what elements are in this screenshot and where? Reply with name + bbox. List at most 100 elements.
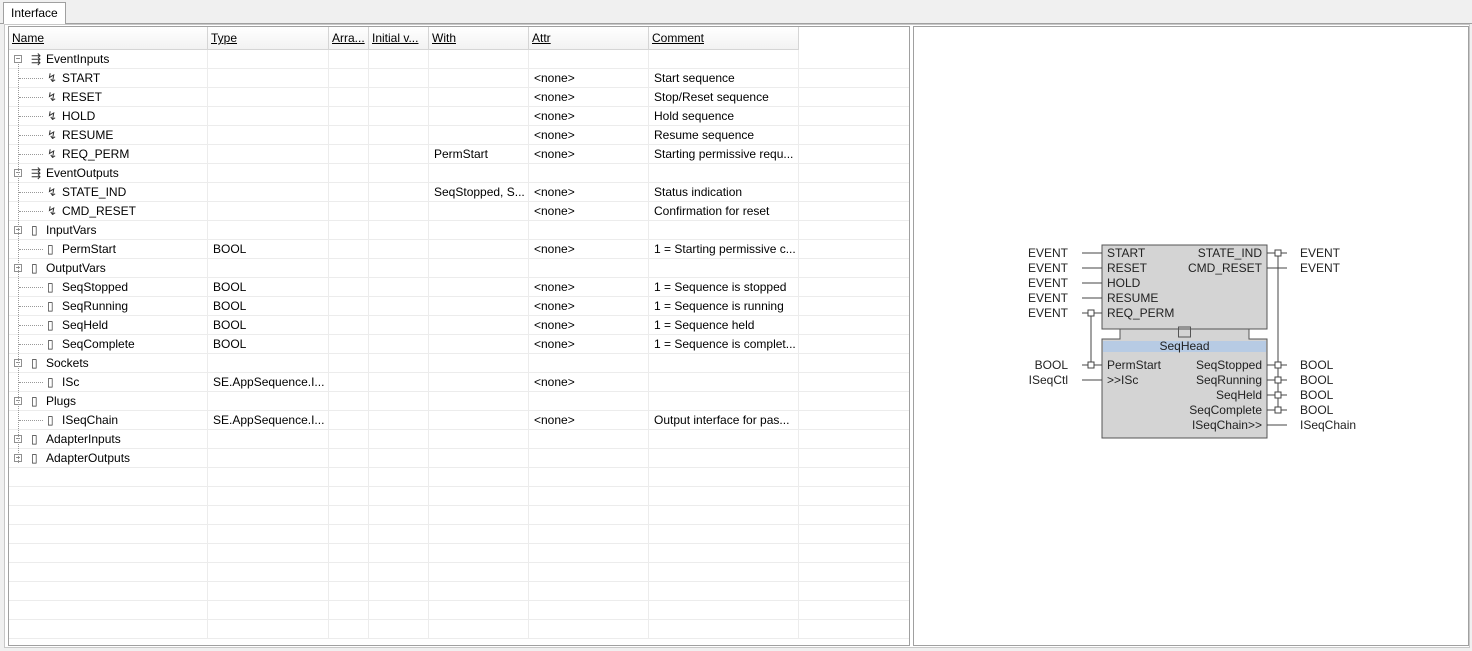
col-type-cell xyxy=(208,126,329,144)
event-input-type: EVENT xyxy=(1028,276,1069,290)
collapse-toggle-icon[interactable]: − xyxy=(14,55,22,63)
col-attr-cell: <none> xyxy=(529,183,649,201)
table-row[interactable]: ↯ RESUME <none> Resume sequence xyxy=(9,126,909,145)
col-comment-header[interactable]: Comment xyxy=(649,27,799,50)
fb-preview-canvas: SeqHead EVENT START EVENT RESET EVENT HOLD EVEN… xyxy=(913,26,1469,646)
col-with-cell xyxy=(429,50,529,68)
table-row[interactable]: ↯ STATE_IND SeqStopped, S... <none> Status i… xyxy=(9,183,909,202)
table-row[interactable]: ↯ HOLD <none> Hold sequence xyxy=(9,107,909,126)
col-name-cell: ▯ ISeqChain xyxy=(9,411,208,429)
event-input-type: EVENT xyxy=(1028,246,1069,260)
tree-connector xyxy=(19,78,43,79)
row-name: EventInputs xyxy=(46,52,110,66)
col-type-cell xyxy=(208,430,329,448)
col-attr-cell: <none> xyxy=(529,297,649,315)
col-with-cell xyxy=(429,373,529,391)
table-row[interactable]: − ▯ AdapterInputs xyxy=(9,430,909,449)
col-initial-value-cell xyxy=(369,164,429,182)
col-type-cell xyxy=(208,392,329,410)
table-row[interactable]: ▯ SeqStopped BOOL <none> 1 = Sequence is sto… xyxy=(9,278,909,297)
col-attr-cell xyxy=(529,525,649,543)
col-initial-value-cell xyxy=(369,278,429,296)
table-row[interactable]: − ▯ Plugs xyxy=(9,392,909,411)
col-name-header[interactable]: Name xyxy=(9,27,208,50)
col-name-cell: − ▯ Sockets xyxy=(9,354,208,372)
data-output-name: SeqHeld xyxy=(1216,388,1262,402)
col-name-cell xyxy=(9,620,208,638)
col-attr-cell: <none> xyxy=(529,278,649,296)
col-name-cell: − ▯ AdapterOutputs xyxy=(9,449,208,467)
data-output-type: BOOL xyxy=(1300,403,1334,417)
table-row[interactable]: ↯ START <none> Start sequence xyxy=(9,69,909,88)
data-output-name: SeqStopped xyxy=(1196,358,1262,372)
tab-interface[interactable]: Interface xyxy=(3,2,66,24)
col-comment-cell: Output interface for pas... xyxy=(649,411,799,429)
table-row[interactable]: ▯ SeqComplete BOOL <none> 1 = Sequence is co… xyxy=(9,335,909,354)
col-with-cell xyxy=(429,354,529,372)
col-array-cell xyxy=(329,221,369,239)
col-with-cell xyxy=(429,487,529,505)
col-array-cell xyxy=(329,316,369,334)
col-attr-cell xyxy=(529,563,649,581)
col-attr-cell: <none> xyxy=(529,145,649,163)
empty-row xyxy=(9,563,909,582)
col-with-cell: PermStart xyxy=(429,145,529,163)
col-name-cell xyxy=(9,487,208,505)
col-comment-cell xyxy=(649,164,799,182)
empty-row xyxy=(9,601,909,620)
col-initial-value-header[interactable]: Initial v... xyxy=(369,27,429,50)
table-row[interactable]: ▯ ISeqChain SE.AppSequence.I... <none> Outpu… xyxy=(9,411,909,430)
table-row[interactable]: − ⇶ EventInputs xyxy=(9,50,909,69)
col-attr-cell: <none> xyxy=(529,316,649,334)
col-type-cell xyxy=(208,563,329,581)
event-icon: ↯ xyxy=(47,147,58,161)
variable-icon: ▯ xyxy=(47,242,54,256)
table-row[interactable]: ↯ CMD_RESET <none> Confirmation for reset xyxy=(9,202,909,221)
event-icon: ↯ xyxy=(47,128,58,142)
with-box-output xyxy=(1274,376,1282,384)
col-attr-header[interactable]: Attr xyxy=(529,27,649,50)
col-name-cell: ↯ START xyxy=(9,69,208,87)
col-name-cell: − ▯ AdapterInputs xyxy=(9,430,208,448)
col-with-cell xyxy=(429,544,529,562)
col-with-cell xyxy=(429,221,529,239)
col-with-header[interactable]: With xyxy=(429,27,529,50)
with-box-output xyxy=(1274,361,1282,369)
function-block-diagram: SeqHead EVENT START EVENT RESET EVENT HOLD EVEN… xyxy=(1028,244,1356,439)
col-type-cell: BOOL xyxy=(208,278,329,296)
col-with-cell xyxy=(429,316,529,334)
col-comment-cell xyxy=(649,544,799,562)
col-initial-value-cell xyxy=(369,88,429,106)
col-name-cell: ↯ REQ_PERM xyxy=(9,145,208,163)
col-initial-value-cell xyxy=(369,487,429,505)
col-with-cell xyxy=(429,240,529,258)
col-name-cell: ▯ SeqComplete xyxy=(9,335,208,353)
table-row[interactable]: ▯ ISc SE.AppSequence.I... <none> xyxy=(9,373,909,392)
col-attr-cell xyxy=(529,487,649,505)
col-array-cell xyxy=(329,69,369,87)
table-row[interactable]: − ▯ AdapterOutputs xyxy=(9,449,909,468)
header-filler xyxy=(799,27,909,50)
table-row[interactable]: ▯ SeqRunning BOOL <none> 1 = Sequence is run… xyxy=(9,297,909,316)
table-row[interactable]: − ▯ OutputVars xyxy=(9,259,909,278)
col-attr-cell xyxy=(529,259,649,277)
col-attr-cell: <none> xyxy=(529,335,649,353)
table-row[interactable]: − ▯ InputVars xyxy=(9,221,909,240)
event-output-name: CMD_RESET xyxy=(1188,261,1263,275)
col-initial-value-cell xyxy=(369,392,429,410)
col-array-header[interactable]: Arra... xyxy=(329,27,369,50)
table-row[interactable]: − ⇶ EventOutputs xyxy=(9,164,909,183)
col-type-header[interactable]: Type xyxy=(208,27,329,50)
col-comment-cell xyxy=(649,259,799,277)
variable-icon: ▯ xyxy=(31,451,38,465)
table-row[interactable]: ↯ REQ_PERM PermStart <none> Starting permiss… xyxy=(9,145,909,164)
col-with-cell xyxy=(429,582,529,600)
data-output-type: ISeqChain xyxy=(1300,418,1356,432)
table-row[interactable]: ↯ RESET <none> Stop/Reset sequence xyxy=(9,88,909,107)
event-output-name: STATE_IND xyxy=(1198,246,1263,260)
row-name: SeqRunning xyxy=(62,299,129,313)
table-row[interactable]: − ▯ Sockets xyxy=(9,354,909,373)
table-row[interactable]: ▯ SeqHeld BOOL <none> 1 = Sequence held xyxy=(9,316,909,335)
table-row[interactable]: ▯ PermStart BOOL <none> 1 = Starting permiss… xyxy=(9,240,909,259)
event-output-type: EVENT xyxy=(1300,261,1341,275)
